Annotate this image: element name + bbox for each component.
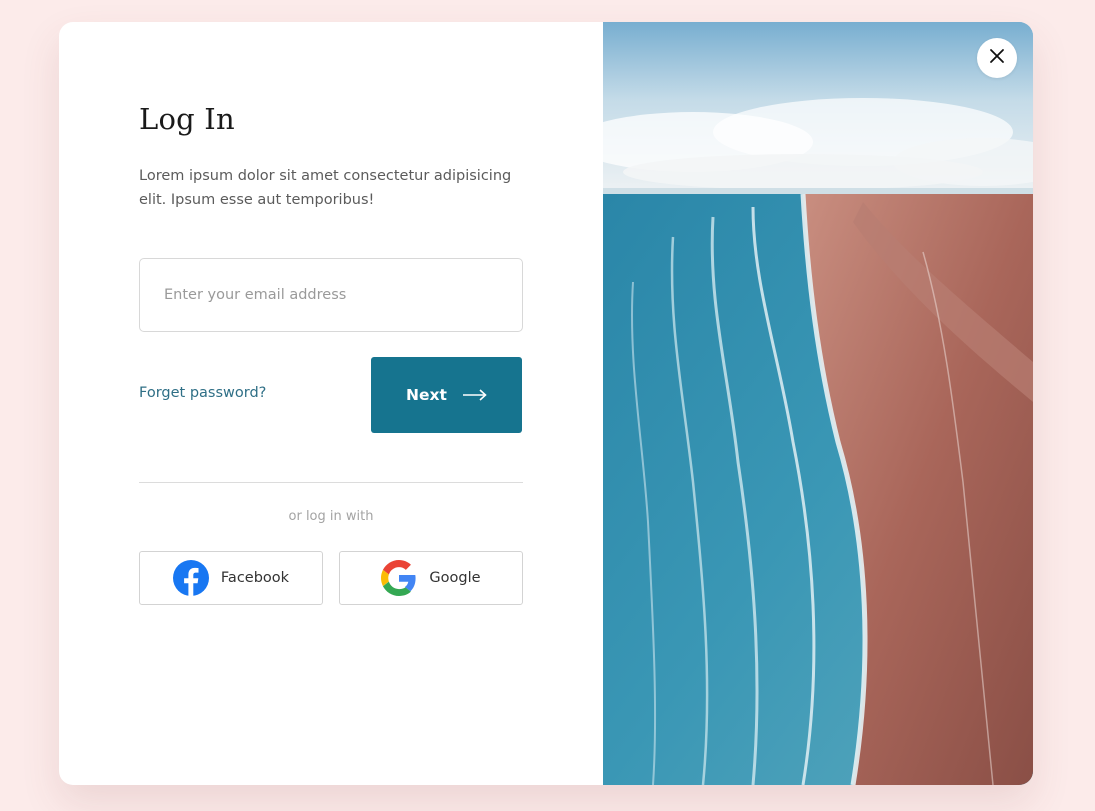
alt-login-label: or log in with xyxy=(288,509,374,524)
page-title: Log In xyxy=(139,102,235,136)
login-modal: Log In Lorem ipsum dolor sit amet consec… xyxy=(59,22,1033,785)
login-description: Lorem ipsum dolor sit amet consectetur a… xyxy=(139,168,512,208)
email-field[interactable] xyxy=(139,258,523,332)
close-button[interactable] xyxy=(977,38,1017,78)
login-panel: Log In Lorem ipsum dolor sit amet consec… xyxy=(59,22,603,785)
facebook-label: Facebook xyxy=(220,570,290,586)
google-icon xyxy=(381,560,417,596)
facebook-login-button[interactable]: Facebook xyxy=(139,551,323,605)
close-icon xyxy=(989,48,1005,68)
arrow-right-icon xyxy=(462,389,487,401)
next-button-label: Next xyxy=(406,386,447,404)
next-button[interactable]: Next xyxy=(371,357,522,433)
beach-photo xyxy=(603,22,1033,785)
forgot-password-link[interactable]: Forget password? xyxy=(139,385,266,401)
google-login-button[interactable]: Google xyxy=(339,551,523,605)
divider xyxy=(139,482,523,483)
google-label: Google xyxy=(429,570,481,586)
facebook-icon xyxy=(172,560,209,596)
